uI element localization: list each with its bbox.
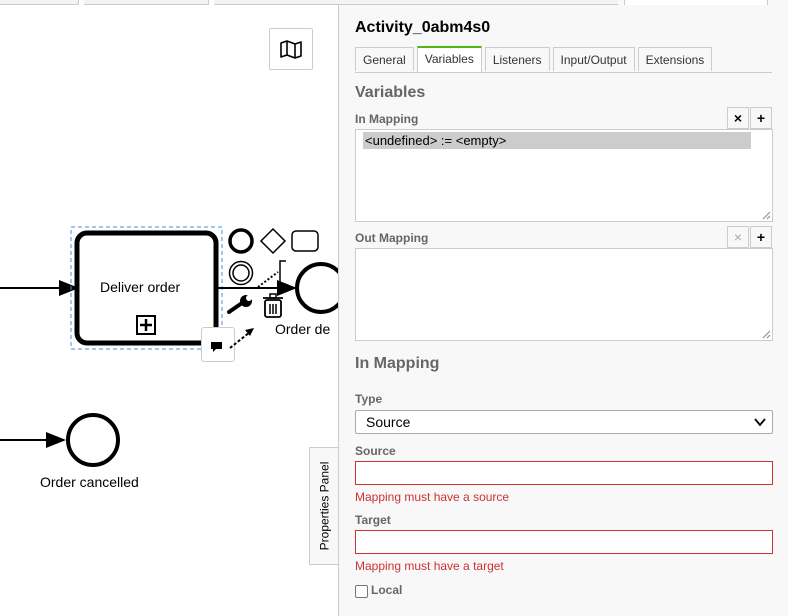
source-input[interactable]: [355, 461, 773, 485]
task-rectangle-icon[interactable]: [291, 229, 319, 253]
diagram-svg: [0, 226, 338, 467]
properties-panel-toggle-label: Properties Panel: [317, 461, 332, 551]
resize-grip-icon[interactable]: [761, 329, 771, 339]
tab-listeners[interactable]: Listeners: [484, 47, 550, 71]
type-select[interactable]: Source: [355, 410, 773, 434]
trash-icon[interactable]: [261, 293, 285, 319]
panel-title: Activity_0abm4s0: [355, 19, 491, 36]
text-annotation-bracket-icon[interactable]: [256, 258, 296, 288]
out-mapping-list[interactable]: [355, 248, 773, 341]
local-checkbox[interactable]: [355, 585, 368, 598]
tab-extensions[interactable]: Extensions: [637, 47, 713, 71]
type-label: Type: [355, 392, 383, 406]
cancel-event-label: Order cancelled: [40, 474, 139, 490]
local-label: Local: [371, 583, 403, 597]
target-input[interactable]: [355, 530, 773, 554]
task-label: Deliver order: [100, 279, 181, 295]
end-event-order-cancelled: [66, 413, 120, 467]
bpmn-canvas[interactable]: Deliver order Order de Order cancelled: [0, 0, 338, 616]
source-label: Source: [355, 444, 396, 458]
remove-in-mapping-button[interactable]: ×: [727, 107, 749, 129]
chevron-down-icon: [754, 418, 766, 427]
in-mapping-label: In Mapping: [355, 112, 419, 126]
remove-out-mapping-button[interactable]: ×: [727, 226, 749, 248]
end-event-label: Order de: [275, 321, 331, 337]
add-in-mapping-button[interactable]: +: [750, 107, 772, 129]
tab-general[interactable]: General: [355, 47, 414, 71]
tab-input-output[interactable]: Input/Output: [552, 47, 635, 71]
in-mapping-item[interactable]: <undefined> := <empty>: [363, 132, 751, 149]
tab-divider: [355, 72, 772, 73]
source-error: Mapping must have a source: [355, 490, 510, 504]
add-out-mapping-button[interactable]: +: [750, 226, 772, 248]
end-event-order-delivered: [295, 262, 338, 314]
in-mapping-list[interactable]: <undefined> := <empty>: [355, 129, 773, 222]
properties-panel: Activity_0abm4s0 General Variables Liste…: [338, 0, 788, 616]
end-event-circle-icon[interactable]: [228, 228, 254, 254]
target-label: Target: [355, 513, 391, 527]
connect-arrow-icon[interactable]: [228, 322, 258, 350]
top-tab-strip-right: [338, 0, 788, 5]
variables-heading: Variables: [355, 84, 426, 101]
gateway-diamond-icon[interactable]: [259, 227, 287, 255]
intermediate-event-icon[interactable]: [228, 260, 254, 286]
out-mapping-label: Out Mapping: [355, 231, 429, 245]
target-error: Mapping must have a target: [355, 559, 504, 573]
tab-variables[interactable]: Variables: [416, 46, 482, 72]
in-mapping-detail-heading: In Mapping: [355, 355, 440, 372]
wrench-icon[interactable]: [226, 292, 254, 316]
minimap-toggle-button[interactable]: [269, 28, 313, 70]
panel-tabs: General Variables Listeners Input/Output…: [355, 46, 715, 72]
resize-grip-icon[interactable]: [761, 210, 771, 220]
map-icon: [280, 40, 302, 59]
plus-square-icon[interactable]: [136, 315, 156, 335]
properties-panel-toggle[interactable]: Properties Panel: [309, 447, 339, 565]
type-select-value: Source: [366, 414, 411, 430]
